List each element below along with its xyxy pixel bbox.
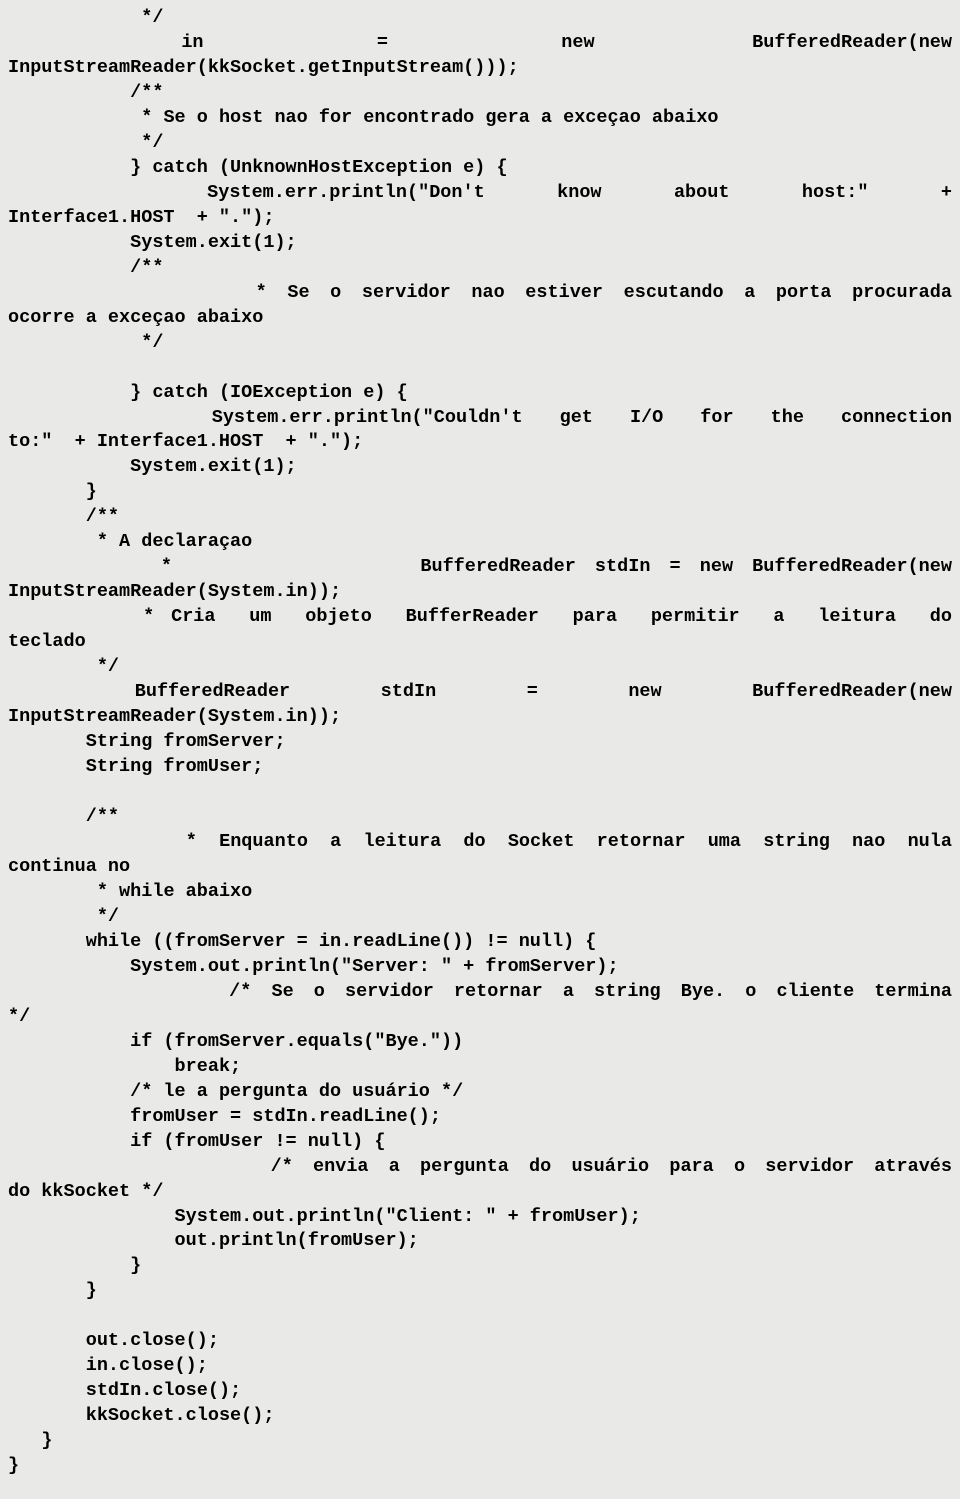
code-line: * Cria um objeto BufferReader para permi…: [8, 605, 952, 630]
code-listing: */ in = new BufferedReader(newInputStrea…: [0, 0, 960, 1499]
code-line: /* Se o servidor retornar a string Bye. …: [8, 980, 952, 1005]
code-line: /**: [8, 81, 952, 106]
code-line: /* envia a pergunta do usuário para o se…: [8, 1155, 952, 1180]
code-line: * Se o servidor nao estiver escutando a …: [8, 281, 952, 306]
code-line: InputStreamReader(System.in));: [8, 705, 952, 730]
code-line: System.exit(1);: [8, 455, 952, 480]
code-line: * A declaraçao: [8, 530, 952, 555]
code-line: break;: [8, 1055, 952, 1080]
code-line: to:" + Interface1.HOST + ".");: [8, 430, 952, 455]
code-line: System.exit(1);: [8, 231, 952, 256]
code-line: if (fromUser != null) {: [8, 1130, 952, 1155]
code-line: continua no: [8, 855, 952, 880]
code-line: /**: [8, 505, 952, 530]
code-line: /* le a pergunta do usuário */: [8, 1080, 952, 1105]
code-line: */: [8, 1005, 952, 1030]
code-line: String fromServer;: [8, 730, 952, 755]
code-line: fromUser = stdIn.readLine();: [8, 1105, 952, 1130]
code-line: */: [8, 131, 952, 156]
code-line: String fromUser;: [8, 755, 952, 780]
code-line: InputStreamReader(System.in));: [8, 580, 952, 605]
code-line: Interface1.HOST + ".");: [8, 206, 952, 231]
code-line: out.close();: [8, 1329, 952, 1354]
code-line: * Enquanto a leitura do Socket retornar …: [8, 830, 952, 855]
code-line: in = new BufferedReader(new: [8, 31, 952, 56]
code-line: * Se o host nao for encontrado gera a ex…: [8, 106, 952, 131]
code-line: }: [8, 1254, 952, 1279]
code-line: }: [8, 1279, 952, 1304]
code-line: System.err.println("Couldn't get I/O for…: [8, 406, 952, 431]
code-line: BufferedReader stdIn = new BufferedReade…: [8, 680, 952, 705]
code-line: System.out.println("Server: " + fromServ…: [8, 955, 952, 980]
code-line: /**: [8, 805, 952, 830]
code-line: } catch (UnknownHostException e) {: [8, 156, 952, 181]
code-line: }: [8, 480, 952, 505]
code-line: [8, 780, 952, 805]
code-line: * BufferedReader stdIn = new BufferedRea…: [8, 555, 952, 580]
code-line: ocorre a exceçao abaixo: [8, 306, 952, 331]
code-line: } catch (IOException e) {: [8, 381, 952, 406]
code-line: kkSocket.close();: [8, 1404, 952, 1429]
code-line: while ((fromServer = in.readLine()) != n…: [8, 930, 952, 955]
code-line: }: [8, 1429, 952, 1454]
code-line: System.err.println("Don't know about hos…: [8, 181, 952, 206]
code-line: */: [8, 655, 952, 680]
code-line: stdIn.close();: [8, 1379, 952, 1404]
code-line: /**: [8, 256, 952, 281]
code-line: [8, 356, 952, 381]
code-line: if (fromServer.equals("Bye.")): [8, 1030, 952, 1055]
code-line: out.println(fromUser);: [8, 1229, 952, 1254]
code-line: */: [8, 6, 952, 31]
code-line: do kkSocket */: [8, 1180, 952, 1205]
code-line: System.out.println("Client: " + fromUser…: [8, 1205, 952, 1230]
code-line: teclado: [8, 630, 952, 655]
code-line: */: [8, 331, 952, 356]
code-line: */: [8, 905, 952, 930]
code-line: in.close();: [8, 1354, 952, 1379]
code-line: InputStreamReader(kkSocket.getInputStrea…: [8, 56, 952, 81]
code-line: [8, 1304, 952, 1329]
code-line: }: [8, 1454, 952, 1479]
code-line: * while abaixo: [8, 880, 952, 905]
